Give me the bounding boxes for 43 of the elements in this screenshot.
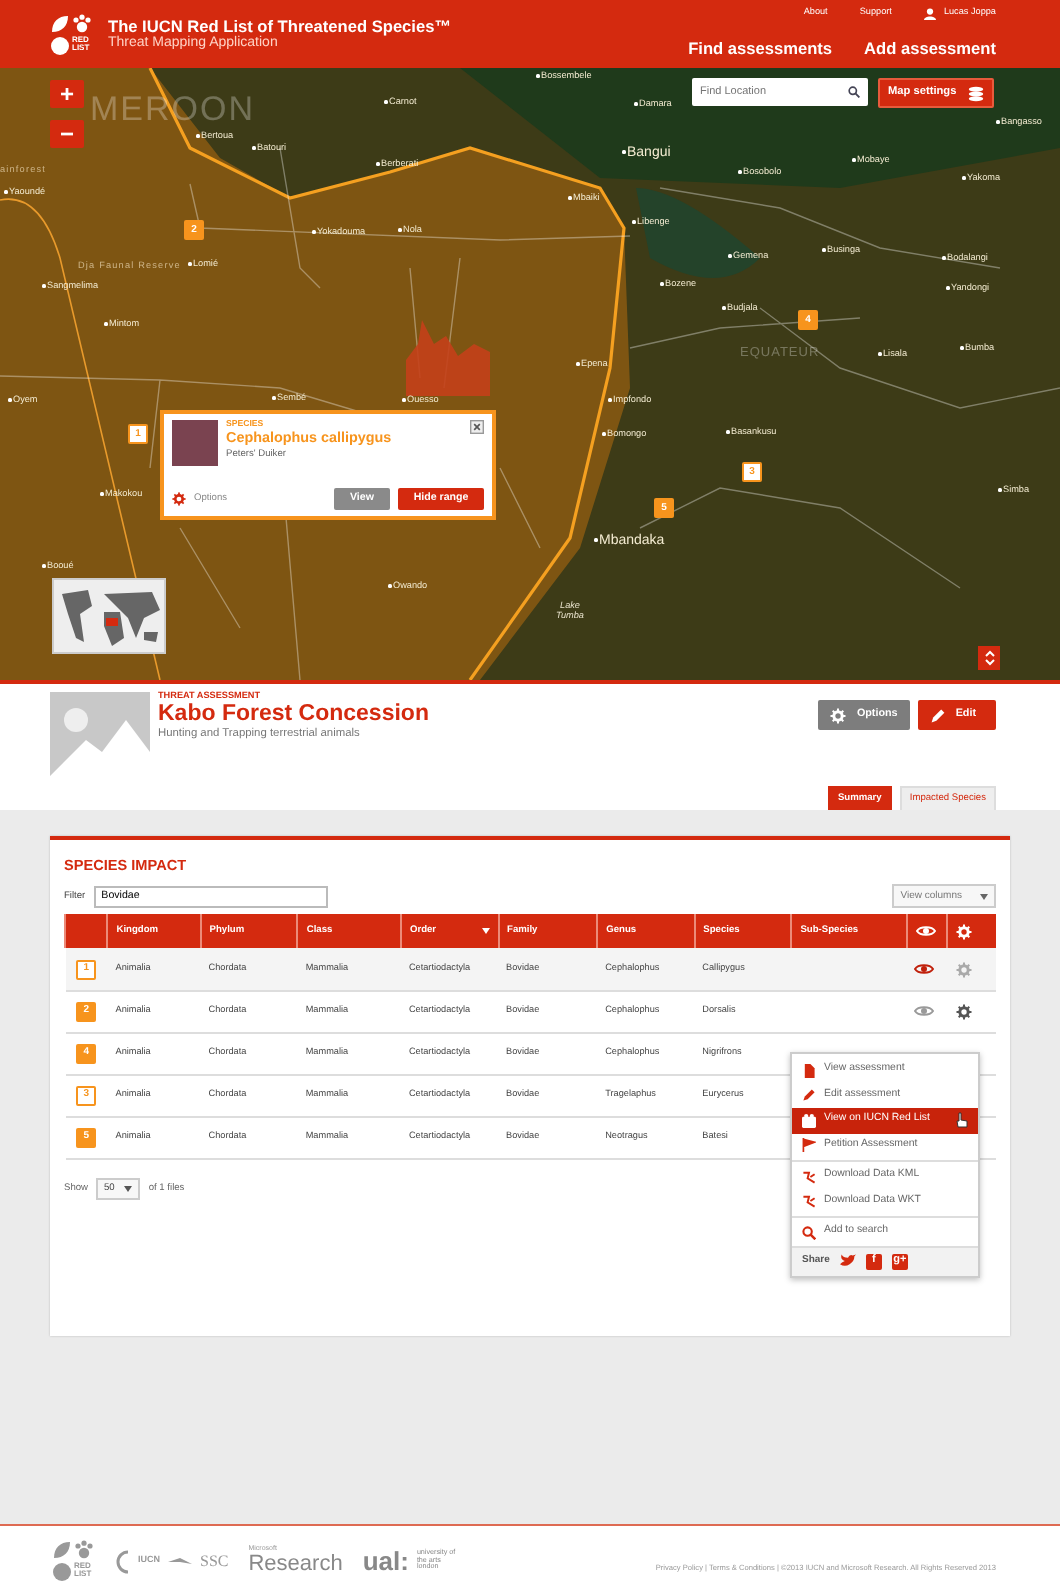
eye-icon[interactable] [914,1004,935,1019]
caret-icon [980,893,988,900]
zoom-out-button[interactable]: − [50,120,84,148]
eye-icon [915,924,936,939]
flag-icon [802,1138,816,1153]
nav-link[interactable]: Add assessment [864,36,996,62]
bird-icon[interactable] [839,1254,856,1268]
path-icon [802,1169,816,1184]
circle-logo-icon [52,1562,72,1582]
image-placeholder-icon [50,692,150,776]
path-icon [802,1194,816,1209]
search-icon [848,86,860,98]
circle-logo-icon [50,35,70,55]
file-icon [802,1063,816,1078]
app-title: The IUCN Red List of Threatened Species™ [108,17,452,36]
leaf-icon [52,1540,72,1560]
partner-logo-text: SSC [200,1549,229,1573]
world-minimap-drawing [52,578,166,654]
species-range-shape [402,320,494,400]
gear-icon[interactable] [955,1003,972,1020]
collapse-button[interactable] [978,646,1000,670]
gear-icon [956,923,973,940]
user-icon [923,7,936,20]
chevrons-icon [983,650,995,666]
leaf-icon [50,13,70,33]
nav-link[interactable]: Find assessments [688,36,833,62]
logo-text: ual: [362,1548,409,1574]
close-icon[interactable] [470,420,484,434]
eye-icon[interactable] [914,962,935,977]
sort-caret-icon [481,928,490,935]
hand-cursor-icon [956,1112,968,1129]
caret-icon [124,1185,133,1192]
photo-placeholder [172,420,218,466]
search-icon [802,1225,816,1240]
gear-icon[interactable] [172,492,186,506]
assessment-title: Kabo Forest Concession [158,701,429,727]
pencil-icon [929,707,946,723]
arc-logo-icon [114,1549,130,1573]
logo-text: Research [248,1553,343,1576]
layers-icon [968,85,985,101]
gear-icon [830,707,847,723]
pencil-icon [802,1088,816,1103]
zoom-in-button[interactable]: + [50,80,84,108]
